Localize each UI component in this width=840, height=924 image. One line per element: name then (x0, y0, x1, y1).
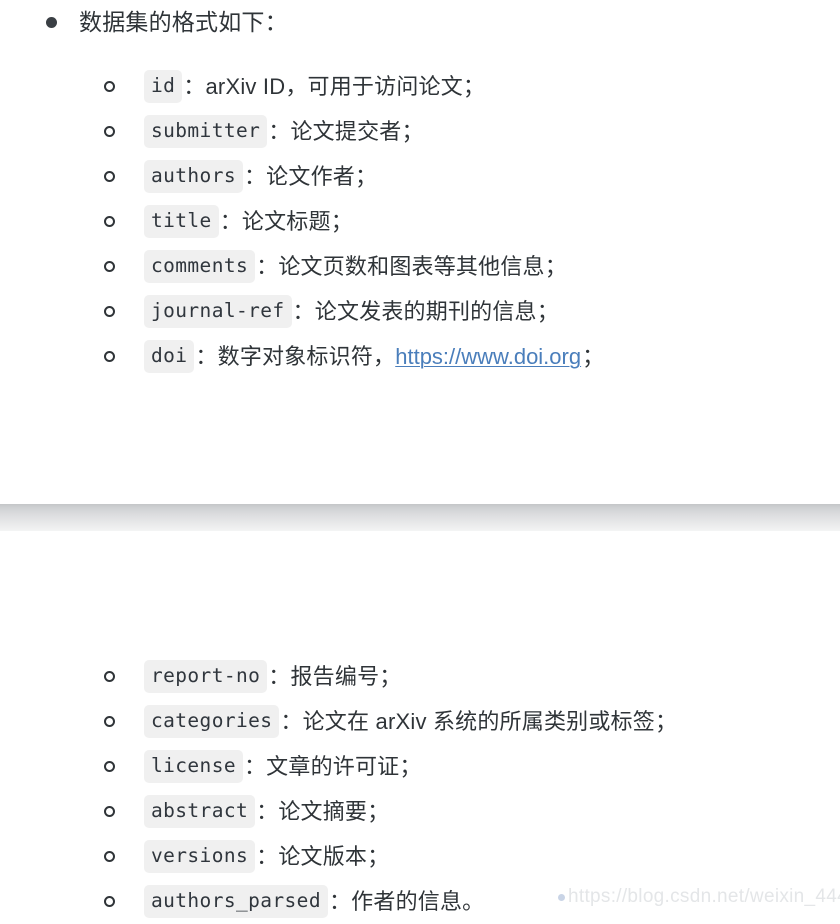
list-item-content: report-no ：报告编号； (144, 660, 401, 693)
field-name-code: authors (144, 160, 243, 193)
field-description: ：论文在 arXiv 系统的所属类别或标签； (280, 708, 678, 734)
circle-bullet-icon (104, 896, 115, 907)
field-description: ：作者的信息。 (328, 888, 485, 914)
field-list-part2: report-no ：报告编号； categories ：论文在 arXiv 系统的所… (104, 654, 840, 924)
field-description: ：论文版本； (256, 843, 390, 869)
disc-bullet-icon (46, 17, 57, 28)
circle-bullet-icon (104, 761, 115, 772)
circle-bullet-icon (104, 671, 115, 682)
list-item: journal-ref ：论文发表的期刊的信息； (104, 289, 840, 334)
circle-bullet-icon (104, 261, 115, 272)
field-name-code: id (144, 70, 183, 103)
field-description: ：arXiv ID，可用于访问论文； (183, 73, 486, 99)
field-description: ：论文作者； (243, 163, 378, 189)
field-description: ：数字对象标识符， (195, 343, 396, 369)
doi-org-link[interactable]: https://www.doi.org (395, 342, 581, 372)
field-description: ：论文摘要； (256, 798, 390, 824)
list-item-content: authors_parsed ：作者的信息。 (144, 885, 484, 918)
field-description: ：论文标题； (219, 208, 353, 234)
list-item: versions ：论文版本； (104, 834, 840, 879)
circle-bullet-icon (104, 351, 115, 362)
circle-bullet-icon (104, 81, 115, 92)
watermark-dot-icon (558, 894, 565, 901)
watermark: https://blog.csdn.net/weixin_44454670 (558, 886, 840, 908)
field-name-code: comments (144, 250, 256, 283)
list-item-content: authors ：论文作者； (144, 160, 377, 193)
field-description: ：论文提交者； (268, 118, 424, 144)
separator-band (0, 504, 840, 531)
list-item-content: abstract ：论文摘要； (144, 795, 389, 828)
list-item: report-no ：报告编号； (104, 654, 840, 699)
circle-bullet-icon (104, 306, 115, 317)
list-item: submitter ：论文提交者； (104, 109, 840, 154)
circle-bullet-icon (104, 216, 115, 227)
list-item-content: id ：arXiv ID，可用于访问论文； (144, 70, 485, 103)
field-name-code: abstract (144, 795, 256, 828)
field-description: ：文章的许可证； (243, 753, 422, 779)
watermark-url: https://blog.csdn.net/weixin_44454670 (568, 886, 840, 907)
circle-bullet-icon (104, 806, 115, 817)
circle-bullet-icon (104, 126, 115, 137)
top-level-bullet-item: 数据集的格式如下： (46, 6, 288, 38)
field-description: ：报告编号； (268, 663, 402, 689)
list-item: abstract ：论文摘要； (104, 789, 840, 834)
field-name-code: report-no (144, 660, 268, 693)
field-description: ：论文发表的期刊的信息； (292, 298, 559, 324)
field-name-code: journal-ref (144, 295, 292, 328)
field-list-part1: id ：arXiv ID，可用于访问论文； submitter ：论文提交者； auth… (104, 64, 840, 379)
document-top-region: 数据集的格式如下： id ：arXiv ID，可用于访问论文； submitter：… (0, 0, 840, 505)
list-item: categories ：论文在 arXiv 系统的所属类别或标签； (104, 699, 840, 744)
field-name-code: authors_parsed (144, 885, 328, 918)
list-item: license ：文章的许可证； (104, 744, 840, 789)
list-item: comments ：论文页数和图表等其他信息； (104, 244, 840, 289)
circle-bullet-icon (104, 851, 115, 862)
list-item-content: journal-ref ：论文发表的期刊的信息； (144, 295, 559, 328)
list-item: doi ：数字对象标识符， https://www.doi.org； (104, 334, 840, 379)
circle-bullet-icon (104, 716, 115, 727)
list-item-content: submitter ：论文提交者； (144, 115, 424, 148)
field-name-code: versions (144, 840, 256, 873)
list-item-content: categories ：论文在 arXiv 系统的所属类别或标签； (144, 705, 677, 738)
field-name-code: license (144, 750, 243, 783)
field-name-code: submitter (144, 115, 268, 148)
list-item: id ：arXiv ID，可用于访问论文； (104, 64, 840, 109)
list-item-content: versions ：论文版本； (144, 840, 389, 873)
list-item-content: comments ：论文页数和图表等其他信息； (144, 250, 567, 283)
list-item: title ：论文标题； (104, 199, 840, 244)
list-item-content: license ：文章的许可证； (144, 750, 422, 783)
list-item: authors ：论文作者； (104, 154, 840, 199)
field-name-code: categories (144, 705, 280, 738)
circle-bullet-icon (104, 171, 115, 182)
field-description-tail: ； (582, 343, 605, 369)
field-name-code: title (144, 205, 219, 238)
list-item-content: title ：论文标题； (144, 205, 353, 238)
top-level-bullet-label: 数据集的格式如下： (79, 9, 288, 35)
field-name-code: doi (144, 340, 195, 373)
field-description: ：论文页数和图表等其他信息； (256, 253, 567, 279)
list-item-content: doi ：数字对象标识符， https://www.doi.org； (144, 340, 604, 373)
